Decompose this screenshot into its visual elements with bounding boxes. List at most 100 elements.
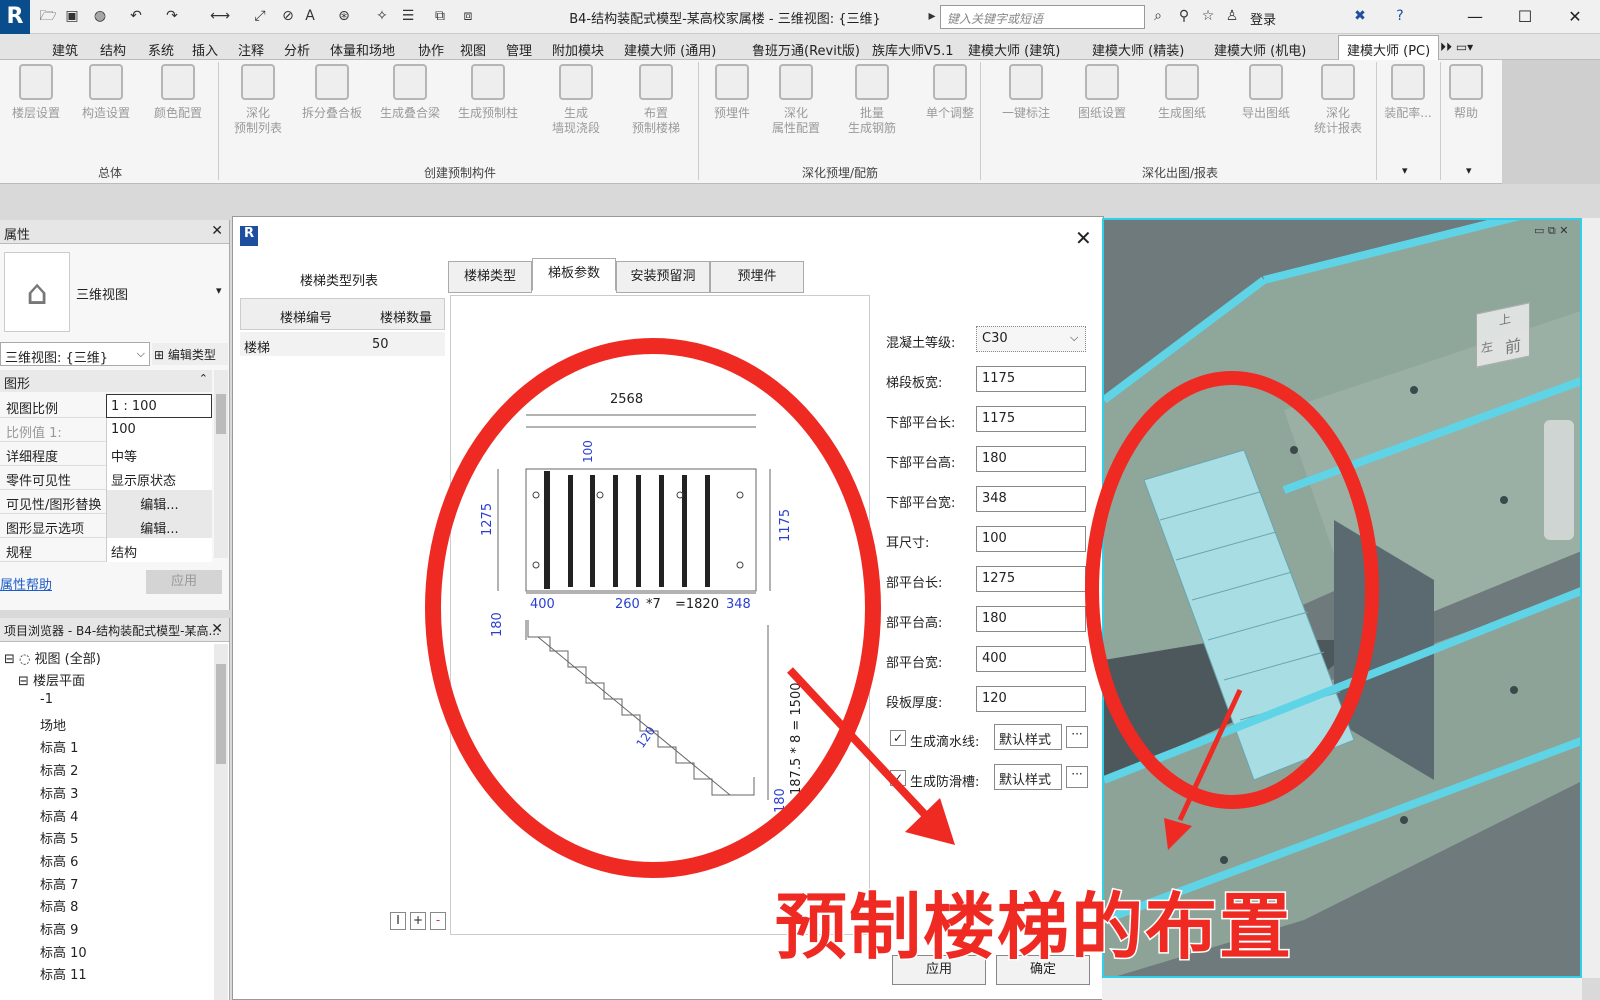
browser-scrollbar[interactable]: [214, 644, 228, 1000]
dropdown-icon[interactable]: ▾: [1402, 164, 1408, 177]
exchange-icon[interactable]: ✖: [1350, 6, 1370, 26]
property-value[interactable]: 1 : 100: [106, 394, 212, 418]
ribbon-button-8[interactable]: 布置 预制楼梯: [620, 64, 692, 136]
menu-item-10[interactable]: 附加模块: [552, 40, 604, 59]
menu-item-16[interactable]: 建模大师 (机电): [1214, 40, 1306, 59]
search-input[interactable]: 键入关键字或短语: [940, 5, 1145, 29]
tree-item[interactable]: 标高 1: [40, 737, 78, 756]
revit-logo-icon[interactable]: R: [0, 0, 30, 34]
ribbon-button-12[interactable]: 单个调整: [914, 64, 986, 121]
ribbon-button-2[interactable]: 颜色配置: [142, 64, 214, 121]
table-row[interactable]: [240, 332, 445, 356]
viewport-controls-icon[interactable]: ▭ ⧉ ✕: [1534, 224, 1568, 238]
insert-button[interactable]: I: [390, 912, 406, 930]
menu-item-12[interactable]: 鲁班万通(Revit版): [752, 40, 860, 59]
antislip-checkbox[interactable]: ✓: [890, 770, 906, 786]
ribbon-button-13[interactable]: 一键标注: [990, 64, 1062, 121]
menu-item-7[interactable]: 协作: [418, 40, 444, 59]
favorites-icon[interactable]: ☆: [1198, 6, 1218, 26]
open-icon[interactable]: 🗁: [38, 6, 58, 26]
user-icon[interactable]: ♙: [1222, 6, 1242, 26]
expand-icon[interactable]: ▸: [922, 6, 942, 26]
edit-type-button[interactable]: ⊞ 编辑类型: [152, 343, 228, 365]
menu-item-15[interactable]: 建模大师 (精装): [1092, 40, 1184, 59]
close-icon[interactable]: ✕: [1555, 5, 1595, 29]
ribbon-button-10[interactable]: 深化 属性配置: [760, 64, 832, 136]
close-icon[interactable]: ✕: [211, 223, 223, 239]
ribbon-button-7[interactable]: 生成 墙现浇段: [540, 64, 612, 136]
close-hidden-icon[interactable]: ⧉: [430, 6, 450, 26]
drip-style-input[interactable]: 默认样式: [994, 724, 1062, 750]
property-value[interactable]: 100: [106, 418, 212, 442]
menu-item-3[interactable]: 插入: [192, 40, 218, 59]
ribbon-button-9[interactable]: 预埋件: [696, 64, 768, 121]
property-row[interactable]: 零件可见性 显示原状态: [0, 466, 212, 490]
menu-item-0[interactable]: 建筑: [52, 40, 78, 59]
field-input[interactable]: 1175: [976, 366, 1086, 392]
remove-button[interactable]: -: [430, 912, 446, 930]
tree-item[interactable]: 场地: [40, 715, 66, 734]
menu-item-8[interactable]: 视图: [460, 40, 486, 59]
property-row[interactable]: 比例值 1: 100: [0, 418, 212, 442]
ribbon-button-3[interactable]: 深化 预制列表: [222, 64, 294, 136]
subscription-icon[interactable]: ⚲: [1174, 6, 1194, 26]
field-input[interactable]: 400: [976, 646, 1086, 672]
antislip-more-button[interactable]: ···: [1066, 766, 1088, 788]
ribbon-button-14[interactable]: 图纸设置: [1066, 64, 1138, 121]
thin-lines-icon[interactable]: ☰: [398, 6, 418, 26]
drip-checkbox[interactable]: ✓: [890, 730, 906, 746]
dropdown-icon[interactable]: ▾: [1466, 164, 1472, 177]
menu-item-11[interactable]: 建模大师 (通用): [624, 40, 716, 59]
menu-item-9[interactable]: 管理: [506, 40, 532, 59]
tree-item[interactable]: 标高 9: [40, 919, 78, 938]
binoculars-icon[interactable]: ⌕: [1148, 6, 1168, 26]
property-row[interactable]: 详细程度 中等: [0, 442, 212, 466]
tree-item[interactable]: 标高 5: [40, 828, 78, 847]
close-icon[interactable]: ✕: [1075, 226, 1092, 250]
field-input[interactable]: 180: [976, 606, 1086, 632]
undo-icon[interactable]: ↶: [126, 6, 146, 26]
property-row[interactable]: 可见性/图形替换 编辑...: [0, 490, 212, 514]
measure-icon[interactable]: ⟷: [210, 6, 230, 26]
tag-icon[interactable]: ⊘: [278, 6, 298, 26]
view-selector[interactable]: 三维视图: {三维} ⌵: [0, 342, 150, 366]
type-dropdown-icon[interactable]: ▾: [216, 284, 222, 297]
add-button[interactable]: +: [410, 912, 426, 930]
property-row[interactable]: 规程 结构: [0, 538, 212, 562]
tab-0[interactable]: 楼梯类型: [448, 261, 532, 293]
field-input[interactable]: 348: [976, 486, 1086, 512]
tab-3[interactable]: 预埋件: [710, 261, 804, 293]
section-icon[interactable]: ✧: [372, 6, 392, 26]
ribbon-options-icon[interactable]: ⏵⏵ ▭▾: [1440, 40, 1473, 55]
field-input[interactable]: 1175: [976, 406, 1086, 432]
ribbon-button-15[interactable]: 生成图纸: [1146, 64, 1218, 121]
ribbon-button-11[interactable]: 批量 生成钢筋: [836, 64, 908, 136]
property-value[interactable]: 中等: [106, 442, 212, 466]
menu-item-2[interactable]: 系统: [148, 40, 174, 59]
text-icon[interactable]: A: [300, 6, 320, 26]
tree-item[interactable]: 标高 3: [40, 783, 78, 802]
property-row[interactable]: 图形显示选项 编辑...: [0, 514, 212, 538]
ribbon-button-5[interactable]: 生成叠合梁: [374, 64, 446, 121]
sync-icon[interactable]: ◍: [90, 6, 110, 26]
tab-1[interactable]: 梯板参数: [532, 258, 616, 291]
apply-button[interactable]: 应用: [146, 570, 222, 594]
menu-item-1[interactable]: 结构: [100, 40, 126, 59]
ribbon-button-1[interactable]: 构造设置: [70, 64, 142, 121]
ribbon-button-0[interactable]: 楼层设置: [0, 64, 72, 121]
help-icon[interactable]: ?: [1390, 6, 1410, 26]
menu-item-17[interactable]: 建模大师 (PC): [1338, 35, 1440, 61]
field-input[interactable]: 120: [976, 686, 1086, 712]
ribbon-button-6[interactable]: 生成预制柱: [452, 64, 524, 121]
tree-item[interactable]: -1: [40, 692, 53, 707]
navigation-bar[interactable]: [1544, 420, 1574, 540]
menu-item-13[interactable]: 族库大师V5.1: [872, 40, 954, 59]
collapse-icon[interactable]: ⌃: [199, 372, 208, 385]
chevron-down-icon[interactable]: ⌵: [1070, 331, 1078, 345]
antislip-style-input[interactable]: 默认样式: [994, 764, 1062, 790]
tree-item[interactable]: 标高 10: [40, 942, 87, 961]
field-input[interactable]: 1275: [976, 566, 1086, 592]
ribbon-button-17[interactable]: 深化 统计报表: [1302, 64, 1374, 136]
section-header[interactable]: 图形 ⌃: [0, 370, 212, 392]
field-input[interactable]: 180: [976, 446, 1086, 472]
